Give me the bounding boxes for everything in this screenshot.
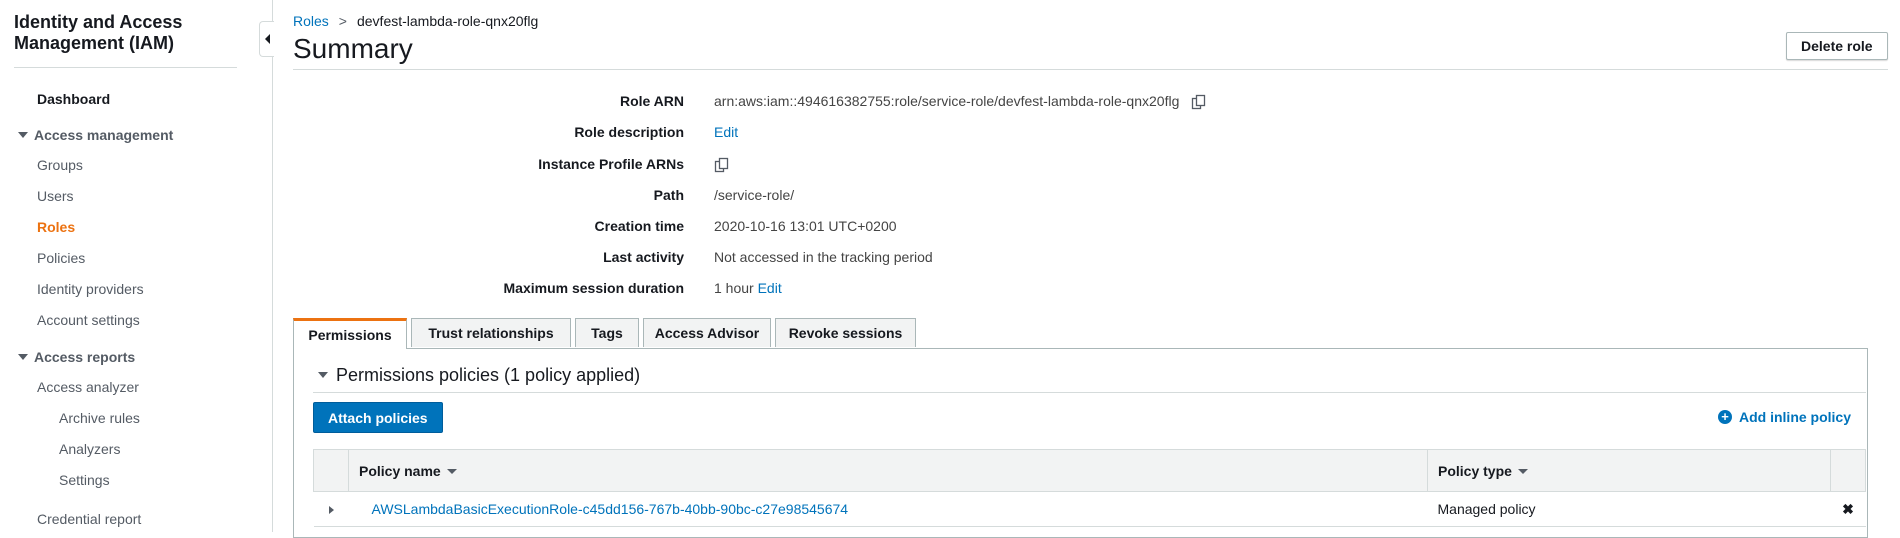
max-session-value-container: 1 hour Edit xyxy=(714,280,782,296)
permissions-policies-header[interactable]: Permissions policies (1 policy applied) xyxy=(318,364,640,386)
role-description-edit-link[interactable]: Edit xyxy=(714,124,738,140)
table-header-row: Policy name Policy type xyxy=(313,449,1866,492)
plus-circle-icon: + xyxy=(1718,410,1732,424)
role-arn-value-container: arn:aws:iam::494616382755:role/service-r… xyxy=(714,93,1207,110)
instance-profile-value xyxy=(706,156,730,173)
last-activity-value: Not accessed in the tracking period xyxy=(714,249,933,265)
sidebar-item-dashboard[interactable]: Dashboard xyxy=(37,90,110,108)
creation-time-value: 2020-10-16 13:01 UTC+0200 xyxy=(714,218,897,234)
breadcrumb: Roles > devfest-lambda-role-qnx20flg xyxy=(293,13,538,29)
role-arn-value: arn:aws:iam::494616382755:role/service-r… xyxy=(714,93,1180,109)
sidebar-item-access-analyzer[interactable]: Access analyzer xyxy=(37,378,139,396)
caret-down-icon xyxy=(18,354,28,361)
sidebar-section-access-management[interactable]: Access management xyxy=(18,126,173,144)
remove-cell[interactable]: ✖ xyxy=(1830,491,1866,527)
sidebar-item-analyzers[interactable]: Analyzers xyxy=(59,440,120,458)
path-value: /service-role/ xyxy=(714,187,795,203)
tab-trust-relationships[interactable]: Trust relationships xyxy=(411,318,571,347)
page-title: Summary xyxy=(293,33,413,64)
role-description-value: Edit xyxy=(714,124,738,140)
sidebar-item-groups[interactable]: Groups xyxy=(37,156,83,174)
column-header-policy-type[interactable]: Policy type xyxy=(1427,449,1831,492)
role-description-label: Role description xyxy=(574,124,684,140)
policy-name-link[interactable]: AWSLambdaBasicExecutionRole-c45dd156-767… xyxy=(372,501,849,517)
sort-caret-icon xyxy=(1517,469,1528,475)
column-label: Policy type xyxy=(1438,462,1512,479)
sort-caret-icon xyxy=(446,469,457,475)
close-icon: ✖ xyxy=(1842,500,1854,517)
breadcrumb-current: devfest-lambda-role-qnx20flg xyxy=(356,13,539,29)
sidebar-section-access-reports[interactable]: Access reports xyxy=(18,348,135,366)
copy-icon[interactable] xyxy=(1191,94,1207,110)
sidebar-item-users[interactable]: Users xyxy=(37,187,74,205)
path-label: Path xyxy=(653,187,684,203)
expand-column-header xyxy=(313,449,349,492)
policy-name-cell: AWSLambdaBasicExecutionRole-c45dd156-767… xyxy=(348,491,1428,527)
tab-tags[interactable]: Tags xyxy=(575,318,639,347)
instance-profile-label: Instance Profile ARNs xyxy=(538,156,684,172)
sidebar-item-identity-providers[interactable]: Identity providers xyxy=(37,280,144,298)
add-inline-policy-link[interactable]: + Add inline policy xyxy=(1718,409,1851,425)
tab-permissions[interactable]: Permissions xyxy=(293,318,407,349)
sidebar: Identity and Access Management (IAM) Das… xyxy=(0,0,273,532)
max-session-edit-link[interactable]: Edit xyxy=(758,280,782,296)
caret-down-icon xyxy=(18,132,28,139)
caret-down-icon xyxy=(318,372,328,379)
breadcrumb-roles-link[interactable]: Roles xyxy=(293,13,329,29)
max-session-label: Maximum session duration xyxy=(503,280,684,296)
sidebar-collapse-button[interactable] xyxy=(259,21,274,57)
role-arn-label: Role ARN xyxy=(619,93,684,109)
breadcrumb-separator: > xyxy=(338,13,347,29)
expand-row-icon xyxy=(328,506,334,514)
title-divider xyxy=(293,69,1888,70)
collapse-left-icon xyxy=(264,34,270,44)
sidebar-item-credential-report[interactable]: Credential report xyxy=(37,510,141,528)
copy-icon[interactable] xyxy=(714,157,730,173)
column-label: Policy name xyxy=(359,462,441,479)
delete-role-button[interactable]: Delete role xyxy=(1786,32,1888,60)
actions-column-header xyxy=(1830,449,1866,492)
sidebar-item-account-settings[interactable]: Account settings xyxy=(37,311,140,329)
tab-revoke-sessions[interactable]: Revoke sessions xyxy=(775,318,916,347)
column-header-policy-name[interactable]: Policy name xyxy=(348,449,1428,492)
last-activity-label: Last activity xyxy=(603,249,684,265)
permissions-policies-title: Permissions policies (1 policy applied) xyxy=(336,365,641,385)
attach-policies-button[interactable]: Attach policies xyxy=(313,402,443,433)
sidebar-item-policies[interactable]: Policies xyxy=(37,249,85,267)
sidebar-item-settings[interactable]: Settings xyxy=(59,471,110,489)
table-row: AWSLambdaBasicExecutionRole-c45dd156-767… xyxy=(313,491,1866,527)
add-inline-policy-label: Add inline policy xyxy=(1739,409,1852,425)
max-session-value: 1 hour xyxy=(714,280,754,296)
sidebar-item-archive-rules[interactable]: Archive rules xyxy=(59,409,140,427)
sidebar-divider xyxy=(14,67,237,68)
sidebar-section-label: Access reports xyxy=(34,349,136,365)
expand-cell[interactable] xyxy=(313,491,349,527)
tab-access-advisor[interactable]: Access Advisor xyxy=(643,318,771,347)
sidebar-title: Identity and Access Management (IAM) xyxy=(14,12,183,53)
sidebar-item-roles[interactable]: Roles xyxy=(37,218,75,236)
creation-time-label: Creation time xyxy=(594,218,684,234)
policies-table: Policy name Policy type AWSLambdaBasicEx… xyxy=(313,449,1866,527)
section-divider xyxy=(313,392,1866,393)
policy-type-cell: Managed policy xyxy=(1427,491,1831,527)
sidebar-section-label: Access management xyxy=(34,127,174,143)
